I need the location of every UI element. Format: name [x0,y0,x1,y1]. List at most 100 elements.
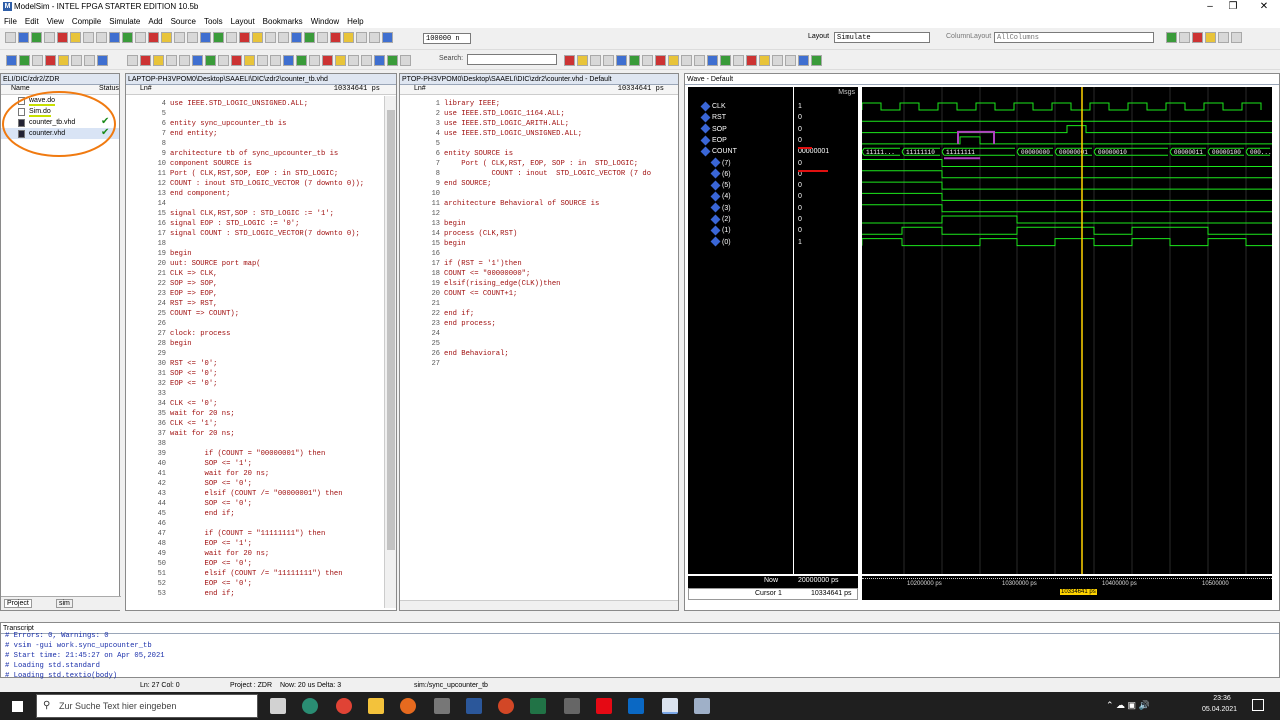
toolbar-icon[interactable] [71,55,82,66]
toolbar-icon[interactable] [694,55,705,66]
code-line[interactable]: clock: process [170,329,230,339]
toolbar-icon[interactable] [244,55,255,66]
toolbar-icon[interactable] [213,32,224,43]
toolbar-icon[interactable] [616,55,627,66]
code-line[interactable]: end if; [170,509,235,519]
toolbar-icon[interactable] [31,32,42,43]
toolbar-icon[interactable] [187,32,198,43]
toolbar-icon[interactable] [811,55,822,66]
code-line[interactable]: begin [444,239,466,249]
code-line[interactable]: end if; [170,589,235,599]
signal-eop[interactable]: EOP [700,135,727,146]
toolbar-icon[interactable] [655,55,666,66]
chrome-icon[interactable] [336,698,352,714]
code-line[interactable]: if (RST = '1')then [444,259,522,269]
code-line[interactable]: SOP <= '0'; [170,369,217,379]
code-line[interactable]: end SOURCE; [444,179,491,189]
code-line[interactable]: if (COUNT = "00000001") then [170,449,326,459]
run-length-field[interactable]: 100000 n [423,33,471,44]
code-line[interactable]: CLK <= '0'; [170,399,217,409]
toolbar-icon[interactable] [135,32,146,43]
signal-clk[interactable]: CLK [700,101,726,112]
code-line[interactable]: library IEEE; [444,99,500,109]
code-line[interactable]: if (COUNT = "11111111") then [170,529,326,539]
code-line[interactable]: EOP => EOP, [170,289,217,299]
toolbar-icon[interactable] [45,55,56,66]
taskbar-search-box[interactable]: ⚲ Zur Suche Text hier eingeben [36,694,258,718]
editor2-hscrollbar[interactable] [400,600,678,610]
code-line[interactable]: COUNT => COUNT); [170,309,239,319]
toolbar-icon[interactable] [122,32,133,43]
toolbar-icon[interactable] [785,55,796,66]
windows-start-icon[interactable] [12,701,23,712]
signal-rst[interactable]: RST [700,112,726,123]
toolbar-icon[interactable] [322,55,333,66]
signal-bit4bit[interactable]: (4) [710,191,731,202]
code-line[interactable]: Port ( CLK,RST,SOP, EOP : in STD_LOGIC; [170,169,338,179]
toolbar-icon[interactable] [759,55,770,66]
code-line[interactable]: begin [444,219,466,229]
code-line[interactable]: end entity; [170,129,217,139]
code-line[interactable]: RST <= '0'; [170,359,217,369]
signal-bit2bit[interactable]: (2) [710,214,731,225]
toolbar-icon[interactable] [239,32,250,43]
toolbar-icon[interactable] [18,32,29,43]
task-view-icon[interactable] [270,698,286,714]
toolbar-icon[interactable] [231,55,242,66]
toolbar-icon[interactable] [629,55,640,66]
toolbar-icon[interactable] [192,55,203,66]
word-icon[interactable] [466,698,482,714]
code-line[interactable]: architecture Behavioral of SOURCE is [444,199,599,209]
code-line[interactable]: use IEEE.STD_LOGIC_1164.ALL; [444,109,565,119]
code-line[interactable]: end process; [444,319,496,329]
toolbar-icon[interactable] [590,55,601,66]
toolbar-icon[interactable] [374,55,385,66]
toolbar-icon[interactable] [32,55,43,66]
toolbar-icon[interactable] [772,55,783,66]
menu-source[interactable]: Source [167,15,200,26]
code-line[interactable]: process (CLK,RST) [444,229,517,239]
toolbar-icon[interactable] [179,55,190,66]
code-line[interactable]: EOP <= '1'; [170,539,252,549]
code-line[interactable]: end component; [170,189,230,199]
toolbar-icon[interactable] [5,32,16,43]
toolbar-icon[interactable] [218,55,229,66]
toolbar-icon[interactable] [70,32,81,43]
toolbar-icon[interactable] [348,55,359,66]
toolbar-icon[interactable] [200,32,211,43]
signal-bit3bit[interactable]: (3) [710,202,731,214]
mail-icon[interactable] [628,698,644,714]
toolbar-icon[interactable] [798,55,809,66]
waveform-canvas[interactable]: 11111... 11111110 11111111 00000000 00000001… [862,87,1272,574]
code-line[interactable]: architecture tb of sync_upcounter_tb is [170,149,338,159]
toolbar-icon[interactable] [356,32,367,43]
menu-add[interactable]: Add [144,15,166,26]
code-line[interactable]: wait for 20 ns; [170,429,235,439]
toolbar-icon[interactable] [577,55,588,66]
toolbar-icon[interactable] [304,32,315,43]
toolbar-icon[interactable] [127,55,138,66]
toolbar-icon[interactable] [19,55,30,66]
toolbar-icon[interactable] [84,55,95,66]
code-line[interactable]: end Behavioral; [444,349,509,359]
toolbar-icon[interactable] [6,55,17,66]
toolbar-icon[interactable] [283,55,294,66]
signal-bit1bit[interactable]: (1) [710,225,731,236]
toolbar-icon[interactable] [1218,32,1229,43]
toolbar-icon[interactable] [153,55,164,66]
code-line[interactable]: RST => RST, [170,299,217,309]
signal-bit5bit[interactable]: (5) [710,180,731,191]
toolbar-icon[interactable] [733,55,744,66]
menu-tools[interactable]: Tools [200,15,227,26]
code-line[interactable]: signal EOP : STD_LOGIC := '0'; [170,219,299,229]
toolbar-icon[interactable] [252,32,263,43]
code-line[interactable]: use IEEE.STD_LOGIC_UNSIGNED.ALL; [170,99,308,109]
menu-bookmarks[interactable]: Bookmarks [259,15,307,26]
code-line[interactable]: wait for 20 ns; [170,549,270,559]
code-line[interactable]: COUNT : inout STD_LOGIC_VECTOR (7 downto… [170,179,364,189]
toolbar-icon[interactable] [270,55,281,66]
tray-icons[interactable]: ⌃ ☁ ▣ 🔊 [1106,700,1150,711]
toolbar-icon[interactable] [642,55,653,66]
toolbar-icon[interactable] [83,32,94,43]
tab-project[interactable]: Project [4,599,32,608]
